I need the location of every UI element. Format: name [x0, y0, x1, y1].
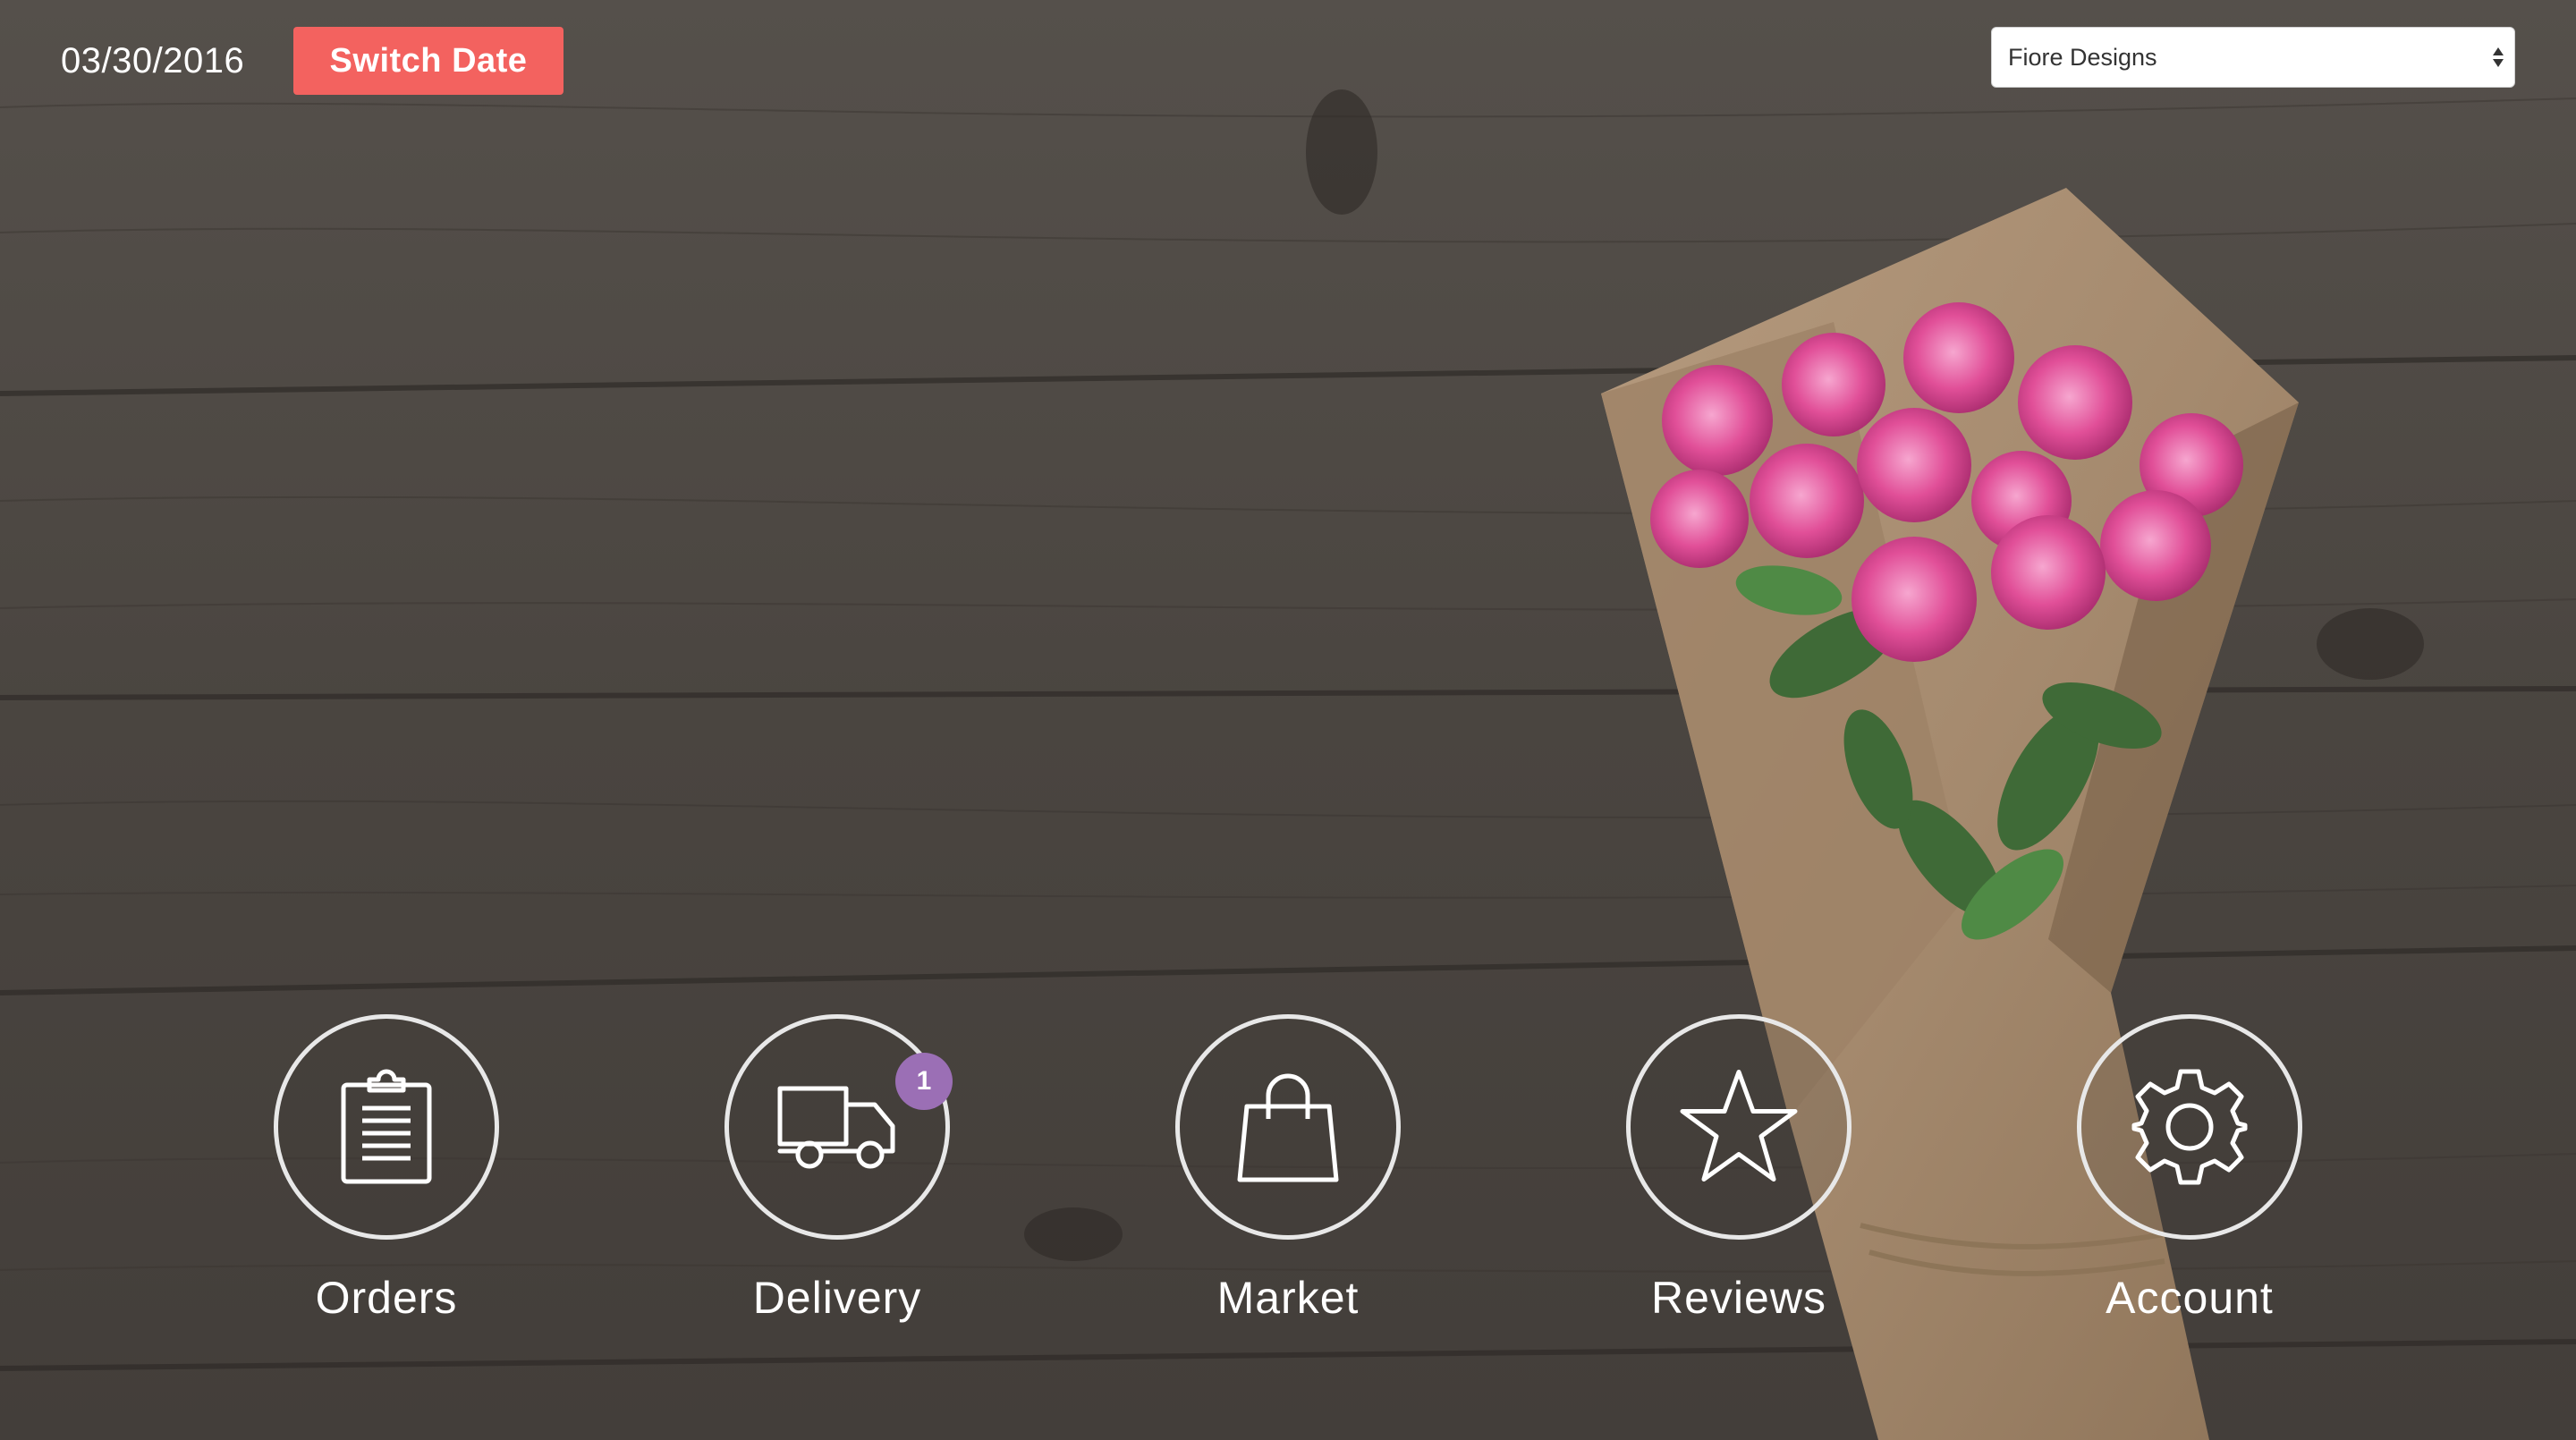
switch-date-button[interactable]: Switch Date — [293, 27, 564, 95]
nav-delivery-circle[interactable]: 1 — [724, 1014, 953, 1240]
nav-orders-label: Orders — [315, 1273, 458, 1323]
nav-market-circle[interactable] — [1175, 1014, 1401, 1240]
shopping-bag-icon — [1237, 1073, 1339, 1182]
delivery-truck-icon — [777, 1086, 895, 1169]
store-select[interactable]: Fiore Designs — [1991, 27, 2515, 88]
gear-icon — [2131, 1069, 2248, 1185]
clipboard-icon — [341, 1069, 432, 1184]
nav-account-circle[interactable] — [2077, 1014, 2302, 1240]
nav-account-label: Account — [2106, 1273, 2274, 1323]
nav-reviews-label: Reviews — [1651, 1273, 1826, 1323]
star-icon — [1680, 1070, 1798, 1182]
nav-market[interactable]: Market — [1118, 1014, 1458, 1336]
current-date: 03/30/2016 — [61, 41, 245, 80]
nav-delivery-label: Delivery — [752, 1273, 922, 1323]
nav-reviews[interactable]: Reviews — [1569, 1014, 1909, 1336]
select-arrows-icon — [2493, 47, 2504, 67]
store-select-value: Fiore Designs — [2008, 43, 2157, 71]
nav-orders-circle[interactable] — [274, 1014, 499, 1240]
nav-market-label: Market — [1216, 1273, 1360, 1323]
home-screen: 03/30/2016 Switch Date Fiore Designs Ord… — [0, 0, 2576, 1440]
nav-reviews-circle[interactable] — [1626, 1014, 1852, 1240]
nav-delivery[interactable]: 1 Delivery — [667, 1014, 1007, 1336]
nav-orders[interactable]: Orders — [216, 1014, 556, 1336]
delivery-count-badge: 1 — [895, 1053, 953, 1110]
nav-account[interactable]: Account — [2020, 1014, 2360, 1336]
